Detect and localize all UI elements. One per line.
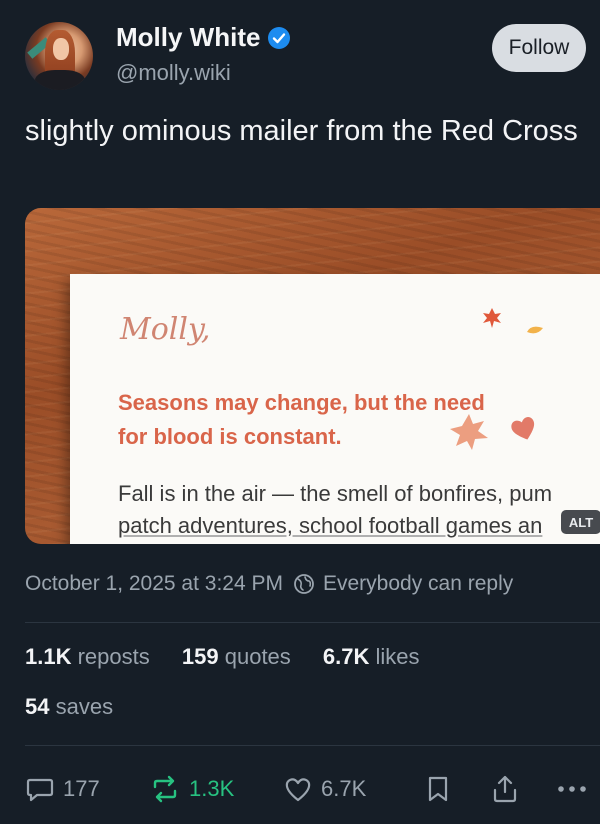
mailer-body: Fall is in the air — the smell of bonfir… (118, 478, 600, 542)
share-button[interactable] (491, 774, 519, 804)
leaf-icon (483, 308, 501, 328)
divider (25, 745, 600, 746)
handle[interactable]: @molly.wiki (116, 60, 231, 86)
likes-label: likes (375, 644, 420, 669)
heart-icon (285, 778, 311, 802)
display-name[interactable]: Molly White (116, 22, 260, 53)
reply-button[interactable]: 177 (25, 774, 100, 804)
timestamp[interactable]: October 1, 2025 at 3:24 PM (25, 572, 283, 596)
saves-label: saves (55, 694, 114, 719)
leaf-icon (527, 326, 543, 334)
author-name-row[interactable]: Molly White (116, 22, 291, 53)
likes-count: 6.7K (322, 644, 370, 669)
reply-setting-label: Everybody can reply (323, 572, 514, 595)
avatar[interactable] (25, 22, 93, 90)
divider (25, 622, 600, 623)
repost-button[interactable]: 1.3K (149, 774, 234, 804)
repost-count: 1.3K (189, 776, 235, 801)
post-header: Molly White @molly.wiki Follow (0, 0, 600, 100)
reply-count: 177 (63, 776, 100, 801)
mailer-salutation: Molly, (120, 312, 211, 347)
like-button[interactable]: 6.7K (283, 774, 366, 804)
post-image[interactable]: Molly, Seasons may change, but the need … (25, 208, 600, 544)
reposts-stat[interactable]: 1.1K reposts (25, 644, 150, 669)
quotes-label: quotes (224, 644, 291, 669)
reply-icon (26, 778, 54, 802)
post-meta: October 1, 2025 at 3:24 PM Everybody can… (25, 572, 513, 596)
bookmark-button[interactable] (425, 774, 451, 804)
saves-stat[interactable]: 54 saves (25, 694, 113, 720)
globe-icon (294, 574, 314, 594)
likes-stat[interactable]: 6.7K likes (323, 644, 420, 669)
saves-count: 54 (25, 694, 50, 719)
post-text: slightly ominous mailer from the Red Cro… (25, 115, 578, 147)
share-icon (493, 775, 517, 803)
alt-text-badge[interactable]: ALT (561, 510, 600, 534)
like-count: 6.7K (321, 776, 367, 801)
heart-shape-icon (511, 417, 535, 440)
reply-setting[interactable]: Everybody can reply (293, 572, 513, 596)
quotes-count: 159 (181, 644, 219, 669)
mailer-body-line-1: Fall is in the air — the smell of bonfir… (118, 481, 553, 506)
leaf-icon (450, 414, 488, 450)
mailer-headline: Seasons may change, but the need for blo… (118, 390, 485, 449)
more-icon (558, 786, 586, 792)
mailer-card: Molly, Seasons may change, but the need … (70, 274, 600, 544)
verified-badge-icon (268, 26, 291, 49)
bookmark-icon (428, 776, 448, 802)
engagement-stats: 1.1K reposts 159 quotes 6.7K likes (25, 644, 446, 670)
repost-icon (153, 775, 177, 803)
mailer-body-line-2: patch adventures, school football games … (118, 513, 543, 538)
more-button[interactable] (555, 774, 589, 804)
follow-button[interactable]: Follow (492, 24, 586, 72)
reposts-label: reposts (77, 644, 150, 669)
action-bar: 177 1.3K 6.7K (25, 766, 600, 810)
quotes-stat[interactable]: 159 quotes (182, 644, 291, 669)
reposts-count: 1.1K (25, 644, 72, 669)
